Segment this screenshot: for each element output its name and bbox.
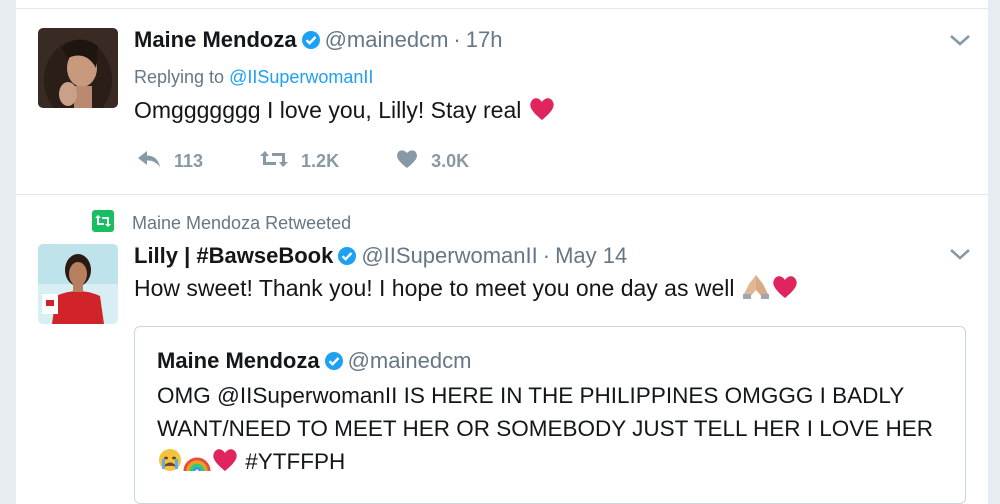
verified-badge-icon <box>324 350 344 378</box>
avatar-maine[interactable] <box>38 28 118 108</box>
like-button[interactable]: 3.0K <box>395 148 469 175</box>
divider <box>16 8 988 9</box>
tweet-text-content: Omggggggg I love you, Lilly! Stay real <box>134 97 522 123</box>
tweet-text: How sweet! Thank you! I hope to meet you… <box>134 272 799 308</box>
retweet-count: 1.2K <box>301 151 340 171</box>
retweet-icon <box>259 149 301 174</box>
like-count: 3.0K <box>431 151 470 171</box>
retweet-context-label[interactable]: Maine Mendoza Retweeted <box>132 213 351 234</box>
tweet-timestamp[interactable]: 17h <box>466 27 503 52</box>
folded-hands-emoji <box>741 272 771 308</box>
red-heart-emoji <box>211 447 239 482</box>
author-handle[interactable]: @IISuperwomanII <box>361 243 537 268</box>
reply-icon <box>136 149 174 174</box>
verified-badge-icon <box>301 29 321 57</box>
author-name[interactable]: Maine Mendoza <box>134 27 297 52</box>
author-name[interactable]: Lilly | #BawseBook <box>134 243 333 268</box>
divider <box>16 194 988 195</box>
chevron-down-icon[interactable] <box>948 246 972 262</box>
separator-dot: · <box>542 243 551 268</box>
quoted-tweet-text: OMG @IISuperwomanII IS HERE IN THE PHILI… <box>157 379 947 482</box>
tweet-timestamp[interactable]: May 14 <box>555 243 627 268</box>
separator-dot: · <box>453 27 461 52</box>
heart-icon <box>395 148 431 175</box>
quoted-tweet[interactable]: Maine Mendoza @mainedcm OMG @IISuperwoman… <box>134 326 966 504</box>
reply-handle-link[interactable]: @IISuperwomanII <box>229 67 373 87</box>
quoted-author-handle[interactable]: @mainedcm <box>348 348 472 373</box>
retweet-context-icon <box>92 210 132 237</box>
tweet-text-content: How sweet! Thank you! I hope to meet you… <box>134 275 735 301</box>
avatar-lilly[interactable] <box>38 244 118 324</box>
chevron-down-icon[interactable] <box>948 32 972 48</box>
author-handle[interactable]: @mainedcm <box>325 27 449 52</box>
quoted-hashtag[interactable]: #YTFFPH <box>245 449 345 474</box>
reply-context: Replying to @IISuperwomanII <box>134 67 373 88</box>
tweet-actions: 113 1.2K 3.0K <box>136 148 525 175</box>
quoted-author-name[interactable]: Maine Mendoza <box>157 348 320 373</box>
retweet-button[interactable]: 1.2K <box>259 149 339 174</box>
red-heart-emoji <box>528 96 556 130</box>
reply-button[interactable]: 113 <box>136 149 203 174</box>
red-heart-emoji <box>771 274 799 308</box>
timeline: Maine Mendoza @mainedcm · 17h Replying to @… <box>16 0 988 504</box>
reply-label: Replying to <box>134 67 225 87</box>
verified-badge-icon <box>337 245 357 273</box>
retweet-context: Maine Mendoza Retweeted <box>92 210 351 237</box>
quoted-text-content: OMG @IISuperwomanII IS HERE IN THE PHILI… <box>157 383 933 441</box>
crying-face-emoji <box>157 447 183 482</box>
reply-count: 113 <box>174 151 204 171</box>
rainbow-emoji <box>183 447 211 482</box>
tweet-text: Omggggggg I love you, Lilly! Stay real <box>134 94 556 130</box>
